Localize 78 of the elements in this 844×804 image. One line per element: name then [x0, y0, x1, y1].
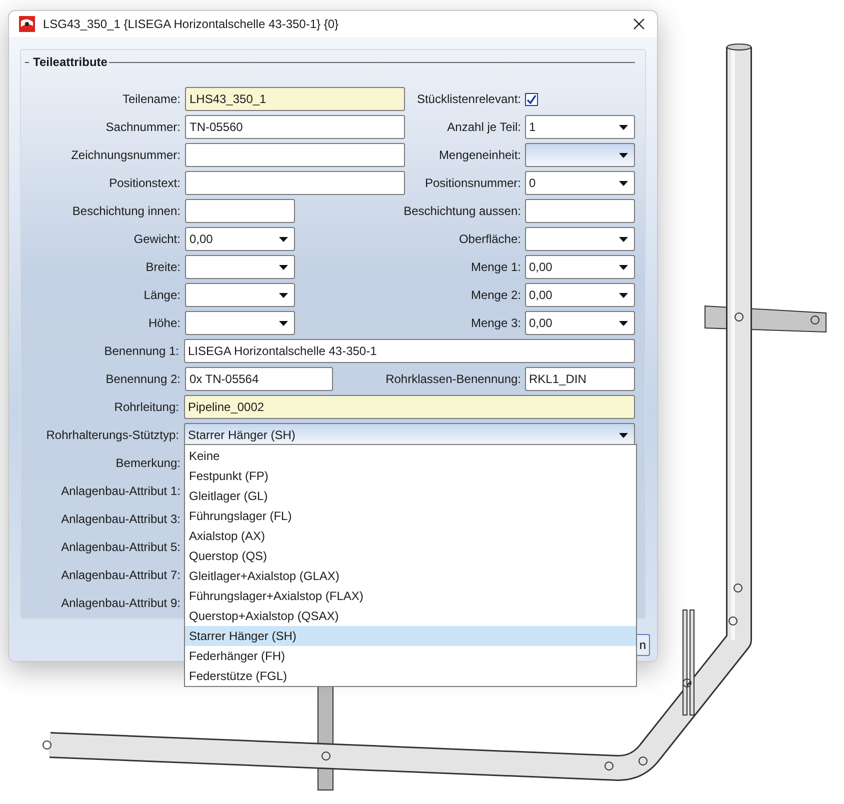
input-field[interactable]: Pipeline_0002: [184, 395, 635, 419]
field-label: Anlagenbau-Attribut 9:: [60, 596, 180, 610]
close-icon[interactable]: [633, 18, 645, 30]
field-label: Gewicht:: [132, 232, 180, 246]
dropdown-field[interactable]: [185, 311, 296, 335]
caret-icon: [619, 124, 628, 130]
field-label: Anzahl je Teil:: [446, 120, 521, 134]
dropdown-field[interactable]: 1: [525, 115, 635, 139]
dropdown-field[interactable]: [525, 227, 635, 251]
dropdown-field[interactable]: [185, 255, 296, 279]
dropdown-field[interactable]: 0,00: [525, 283, 635, 307]
field-label: Teilename:: [121, 92, 180, 106]
field-label: Menge 2:: [470, 288, 521, 302]
field-label: Sachnummer:: [104, 120, 180, 134]
field-label: Mengeneinheit:: [438, 148, 521, 162]
field-label: Menge 1:: [470, 260, 521, 274]
input-field[interactable]: 0x TN-05564: [185, 367, 334, 391]
field-label: Zeichnungsnummer:: [70, 148, 180, 162]
field-label: Stücklistenrelevant:: [416, 92, 521, 106]
field-label: Länge:: [142, 288, 180, 302]
field-label: Beschichtung aussen:: [402, 204, 521, 218]
caret-icon: [619, 320, 628, 326]
window-title: LSG43_350_1 {LISEGA Horizontalschelle 43-350-1} {0}: [43, 17, 340, 31]
dropdown-option[interactable]: Gleitlager+Axialstop (GLAX): [185, 566, 636, 586]
input-field[interactable]: LISEGA Horizontalschelle 43-350-1: [184, 339, 635, 363]
input-field[interactable]: [185, 171, 406, 195]
input-field[interactable]: LHS43_350_1: [185, 87, 406, 111]
input-field[interactable]: TN-05560: [185, 115, 406, 139]
field-label: Menge 3:: [470, 316, 521, 330]
field-label: Rohrhalterungs-Stütztyp:: [45, 428, 179, 442]
dropdown-option[interactable]: Festpunkt (FP): [185, 466, 636, 486]
dropdown-field[interactable]: 0,00: [525, 311, 635, 335]
dropdown-option[interactable]: Federstütze (FGL): [185, 666, 636, 686]
field-label: Anlagenbau-Attribut 5:: [60, 540, 180, 554]
dropdown-field[interactable]: 0,00: [525, 255, 635, 279]
field-label: Rohrklassen-Benennung:: [384, 372, 521, 386]
dropdown-field[interactable]: 0: [525, 171, 635, 195]
field-label: Anlagenbau-Attribut 7:: [60, 568, 180, 582]
field-label: Rohrleitung:: [113, 400, 179, 414]
dropdown-option[interactable]: Querstop+Axialstop (QSAX): [185, 606, 636, 626]
field-label: Anlagenbau-Attribut 3:: [60, 512, 180, 526]
dropdown-field[interactable]: 0,00: [185, 227, 296, 251]
field-label: Beschichtung innen:: [71, 204, 180, 218]
dropdown-option[interactable]: Axialstop (AX): [185, 526, 636, 546]
app-icon: [19, 16, 35, 32]
dropdown-option[interactable]: Keine: [185, 446, 636, 466]
dropdown-field[interactable]: [525, 143, 635, 167]
dropdown-option[interactable]: Führungslager+Axialstop (FLAX): [185, 586, 636, 606]
field-label: Breite:: [144, 260, 180, 274]
dropdown-field[interactable]: [185, 283, 296, 307]
dropdown-option[interactable]: Querstop (QS): [185, 546, 636, 566]
caret-icon: [279, 236, 288, 242]
dropdown-option[interactable]: Führungslager (FL): [185, 506, 636, 526]
input-field[interactable]: RKL1_DIN: [525, 367, 635, 391]
field-label: Anlagenbau-Attribut 1:: [60, 484, 180, 498]
group-title: Teileattribute: [33, 55, 108, 69]
caret-icon: [619, 432, 628, 438]
input-field[interactable]: [185, 143, 406, 167]
field-label: Positionstext:: [108, 176, 180, 190]
caret-icon: [619, 152, 628, 158]
caret-icon: [619, 292, 628, 298]
field-label: Bemerkung:: [114, 456, 180, 470]
field-label: Höhe:: [147, 316, 180, 330]
field-label: Oberfläche:: [458, 232, 521, 246]
caret-icon: [279, 320, 288, 326]
caret-icon: [279, 292, 288, 298]
field-label: Benennung 1:: [103, 344, 179, 358]
caret-icon: [619, 264, 628, 270]
caret-icon: [279, 264, 288, 270]
input-field[interactable]: [525, 199, 635, 223]
checkbox[interactable]: [525, 92, 538, 106]
caret-icon: [619, 236, 628, 242]
field-label: Positionsnummer:: [424, 176, 521, 190]
input-field[interactable]: [185, 199, 296, 223]
dropdown-option[interactable]: Starrer Hänger (SH): [185, 626, 636, 646]
caret-icon: [619, 180, 628, 186]
dropdown-option[interactable]: Gleitlager (GL): [185, 486, 636, 506]
field-label: Benennung 2:: [104, 372, 180, 386]
